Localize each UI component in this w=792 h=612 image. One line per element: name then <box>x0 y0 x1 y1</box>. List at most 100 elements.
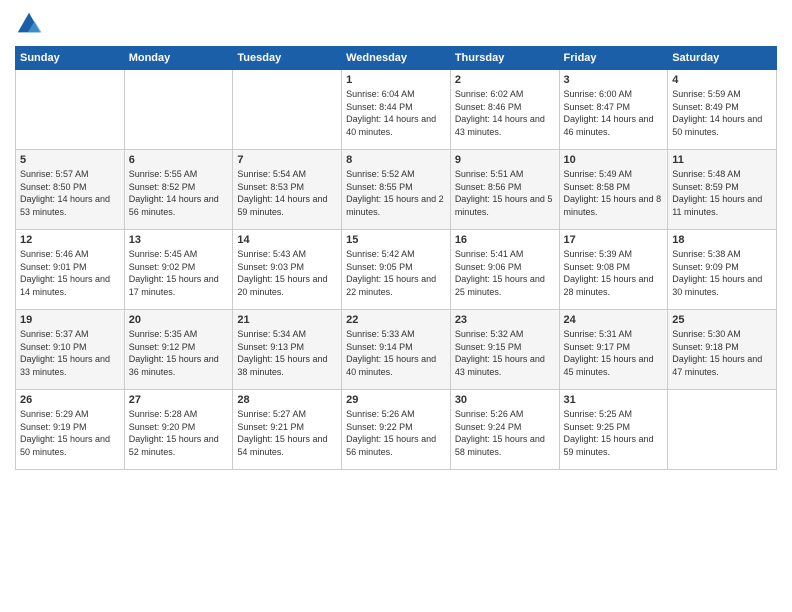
page-container: SundayMondayTuesdayWednesdayThursdayFrid… <box>0 0 792 480</box>
calendar-cell: 19 Sunrise: 5:37 AM Sunset: 9:10 PM Dayli… <box>16 310 125 390</box>
calendar-cell: 23 Sunrise: 5:32 AM Sunset: 9:15 PM Dayli… <box>450 310 559 390</box>
cell-info: Sunrise: 5:33 AM Sunset: 9:14 PM Dayligh… <box>346 328 446 378</box>
calendar-table: SundayMondayTuesdayWednesdayThursdayFrid… <box>15 46 777 470</box>
cell-info: Sunrise: 5:35 AM Sunset: 9:12 PM Dayligh… <box>129 328 229 378</box>
calendar-cell: 21 Sunrise: 5:34 AM Sunset: 9:13 PM Dayli… <box>233 310 342 390</box>
calendar-cell: 28 Sunrise: 5:27 AM Sunset: 9:21 PM Dayli… <box>233 390 342 470</box>
logo <box>15 10 47 38</box>
cell-info: Sunrise: 5:32 AM Sunset: 9:15 PM Dayligh… <box>455 328 555 378</box>
cell-info: Sunrise: 6:00 AM Sunset: 8:47 PM Dayligh… <box>564 88 664 138</box>
cell-info: Sunrise: 5:34 AM Sunset: 9:13 PM Dayligh… <box>237 328 337 378</box>
calendar-cell: 4Sunrise: 5:59 AM Sunset: 8:49 PM Daylig… <box>668 70 777 150</box>
day-header-tuesday: Tuesday <box>233 47 342 70</box>
day-number: 31 <box>564 394 664 406</box>
week-row-2: 5Sunrise: 5:57 AM Sunset: 8:50 PM Daylig… <box>16 150 777 230</box>
calendar-cell <box>668 390 777 470</box>
cell-info: Sunrise: 5:57 AM Sunset: 8:50 PM Dayligh… <box>20 168 120 218</box>
day-number: 6 <box>129 154 229 166</box>
calendar-cell: 9 Sunrise: 5:51 AM Sunset: 8:56 PM Daylig… <box>450 150 559 230</box>
cell-info: Sunrise: 5:52 AM Sunset: 8:55 PM Dayligh… <box>346 168 446 218</box>
day-number: 23 <box>455 314 555 326</box>
calendar-cell: 1 Sunrise: 6:04 AM Sunset: 8:44 PM Daylig… <box>342 70 451 150</box>
cell-info: Sunrise: 5:45 AM Sunset: 9:02 PM Dayligh… <box>129 248 229 298</box>
day-number: 13 <box>129 234 229 246</box>
calendar-cell: 20 Sunrise: 5:35 AM Sunset: 9:12 PM Dayli… <box>124 310 233 390</box>
week-row-3: 12 Sunrise: 5:46 AM Sunset: 9:01 PM Dayli… <box>16 230 777 310</box>
calendar-cell: 16 Sunrise: 5:41 AM Sunset: 9:06 PM Dayli… <box>450 230 559 310</box>
day-number: 28 <box>237 394 337 406</box>
calendar-cell: 12 Sunrise: 5:46 AM Sunset: 9:01 PM Dayli… <box>16 230 125 310</box>
cell-info: Sunrise: 5:46 AM Sunset: 9:01 PM Dayligh… <box>20 248 120 298</box>
cell-info: Sunrise: 6:02 AM Sunset: 8:46 PM Dayligh… <box>455 88 555 138</box>
week-row-4: 19 Sunrise: 5:37 AM Sunset: 9:10 PM Dayli… <box>16 310 777 390</box>
day-number: 30 <box>455 394 555 406</box>
day-header-wednesday: Wednesday <box>342 47 451 70</box>
day-number: 20 <box>129 314 229 326</box>
cell-info: Sunrise: 5:42 AM Sunset: 9:05 PM Dayligh… <box>346 248 446 298</box>
day-number: 15 <box>346 234 446 246</box>
calendar-cell: 14 Sunrise: 5:43 AM Sunset: 9:03 PM Dayli… <box>233 230 342 310</box>
week-row-5: 26 Sunrise: 5:29 AM Sunset: 9:19 PM Dayli… <box>16 390 777 470</box>
calendar-cell <box>233 70 342 150</box>
day-number: 2 <box>455 74 555 86</box>
day-header-saturday: Saturday <box>668 47 777 70</box>
cell-info: Sunrise: 5:28 AM Sunset: 9:20 PM Dayligh… <box>129 408 229 458</box>
header-row: SundayMondayTuesdayWednesdayThursdayFrid… <box>16 47 777 70</box>
calendar-cell: 22 Sunrise: 5:33 AM Sunset: 9:14 PM Dayli… <box>342 310 451 390</box>
cell-info: Sunrise: 5:29 AM Sunset: 9:19 PM Dayligh… <box>20 408 120 458</box>
calendar-cell: 2 Sunrise: 6:02 AM Sunset: 8:46 PM Daylig… <box>450 70 559 150</box>
day-number: 11 <box>672 154 772 166</box>
calendar-cell: 6Sunrise: 5:55 AM Sunset: 8:52 PM Daylig… <box>124 150 233 230</box>
calendar-cell: 31Sunrise: 5:25 AM Sunset: 9:25 PM Dayli… <box>559 390 668 470</box>
calendar-cell: 15 Sunrise: 5:42 AM Sunset: 9:05 PM Dayli… <box>342 230 451 310</box>
calendar-cell: 8 Sunrise: 5:52 AM Sunset: 8:55 PM Daylig… <box>342 150 451 230</box>
day-number: 1 <box>346 74 446 86</box>
day-number: 21 <box>237 314 337 326</box>
calendar-cell: 17 Sunrise: 5:39 AM Sunset: 9:08 PM Dayli… <box>559 230 668 310</box>
day-number: 3 <box>564 74 664 86</box>
cell-info: Sunrise: 5:51 AM Sunset: 8:56 PM Dayligh… <box>455 168 555 218</box>
cell-info: Sunrise: 5:26 AM Sunset: 9:22 PM Dayligh… <box>346 408 446 458</box>
day-header-thursday: Thursday <box>450 47 559 70</box>
day-header-friday: Friday <box>559 47 668 70</box>
calendar-cell: 24 Sunrise: 5:31 AM Sunset: 9:17 PM Dayli… <box>559 310 668 390</box>
calendar-cell: 25Sunrise: 5:30 AM Sunset: 9:18 PM Dayli… <box>668 310 777 390</box>
calendar-cell: 3 Sunrise: 6:00 AM Sunset: 8:47 PM Daylig… <box>559 70 668 150</box>
day-number: 16 <box>455 234 555 246</box>
cell-info: Sunrise: 5:31 AM Sunset: 9:17 PM Dayligh… <box>564 328 664 378</box>
day-number: 14 <box>237 234 337 246</box>
cell-info: Sunrise: 5:49 AM Sunset: 8:58 PM Dayligh… <box>564 168 664 218</box>
calendar-cell: 13 Sunrise: 5:45 AM Sunset: 9:02 PM Dayli… <box>124 230 233 310</box>
day-number: 9 <box>455 154 555 166</box>
header <box>15 10 777 38</box>
calendar-cell: 10 Sunrise: 5:49 AM Sunset: 8:58 PM Dayli… <box>559 150 668 230</box>
cell-info: Sunrise: 5:26 AM Sunset: 9:24 PM Dayligh… <box>455 408 555 458</box>
calendar-cell: 29 Sunrise: 5:26 AM Sunset: 9:22 PM Dayli… <box>342 390 451 470</box>
cell-info: Sunrise: 5:59 AM Sunset: 8:49 PM Dayligh… <box>672 88 772 138</box>
day-number: 24 <box>564 314 664 326</box>
day-number: 12 <box>20 234 120 246</box>
day-number: 8 <box>346 154 446 166</box>
day-number: 10 <box>564 154 664 166</box>
cell-info: Sunrise: 5:54 AM Sunset: 8:53 PM Dayligh… <box>237 168 337 218</box>
cell-info: Sunrise: 5:37 AM Sunset: 9:10 PM Dayligh… <box>20 328 120 378</box>
cell-info: Sunrise: 5:27 AM Sunset: 9:21 PM Dayligh… <box>237 408 337 458</box>
day-number: 22 <box>346 314 446 326</box>
day-number: 26 <box>20 394 120 406</box>
day-number: 18 <box>672 234 772 246</box>
cell-info: Sunrise: 5:39 AM Sunset: 9:08 PM Dayligh… <box>564 248 664 298</box>
cell-info: Sunrise: 6:04 AM Sunset: 8:44 PM Dayligh… <box>346 88 446 138</box>
cell-info: Sunrise: 5:38 AM Sunset: 9:09 PM Dayligh… <box>672 248 772 298</box>
day-number: 29 <box>346 394 446 406</box>
calendar-cell: 7Sunrise: 5:54 AM Sunset: 8:53 PM Daylig… <box>233 150 342 230</box>
day-number: 19 <box>20 314 120 326</box>
calendar-cell <box>124 70 233 150</box>
day-number: 17 <box>564 234 664 246</box>
calendar-cell: 5Sunrise: 5:57 AM Sunset: 8:50 PM Daylig… <box>16 150 125 230</box>
day-number: 25 <box>672 314 772 326</box>
cell-info: Sunrise: 5:43 AM Sunset: 9:03 PM Dayligh… <box>237 248 337 298</box>
cell-info: Sunrise: 5:41 AM Sunset: 9:06 PM Dayligh… <box>455 248 555 298</box>
calendar-cell: 26 Sunrise: 5:29 AM Sunset: 9:19 PM Dayli… <box>16 390 125 470</box>
day-number: 27 <box>129 394 229 406</box>
calendar-cell <box>16 70 125 150</box>
